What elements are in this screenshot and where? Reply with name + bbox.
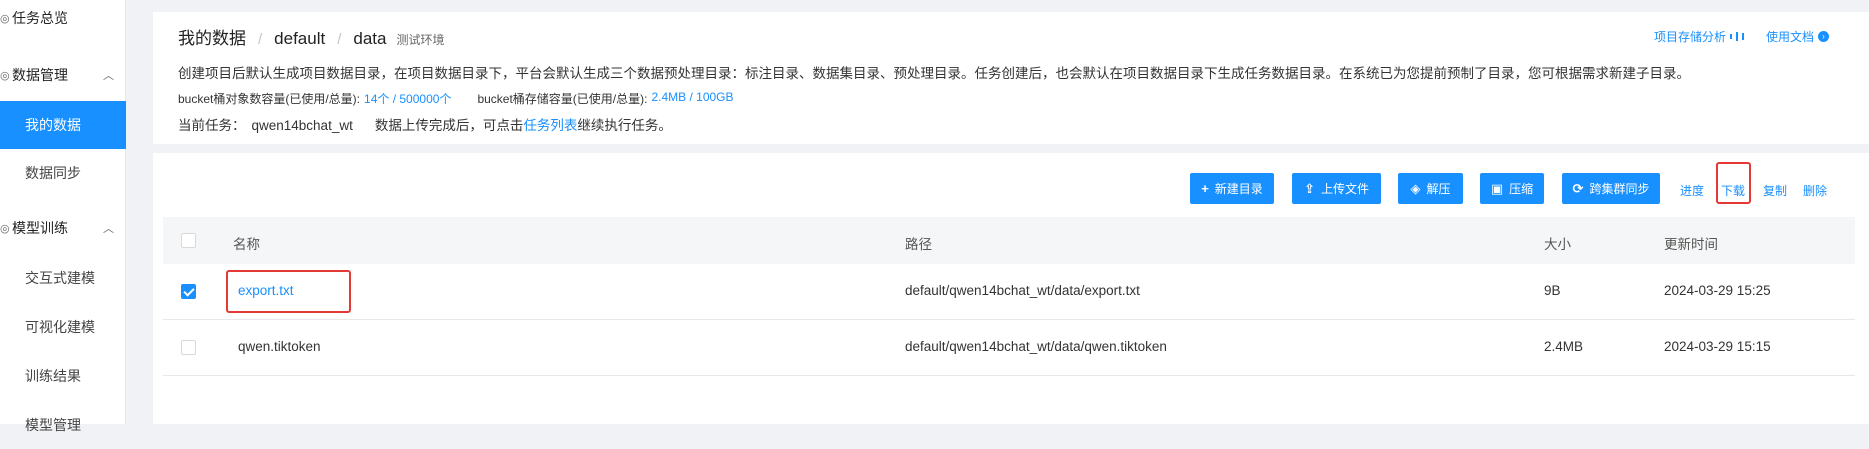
task-list-link[interactable]: 任务列表 bbox=[523, 118, 577, 133]
storage-analysis-label: 项目存储分析 bbox=[1653, 30, 1726, 44]
storage-analysis-link[interactable]: 项目存储分析 bbox=[1654, 28, 1744, 45]
docs-label: 使用文档 bbox=[1765, 30, 1814, 44]
breadcrumb-item-default[interactable]: default bbox=[274, 29, 325, 49]
env-label: 测试环境 bbox=[396, 33, 445, 47]
arrow-right-circle-icon: › bbox=[1818, 31, 1829, 42]
plus-icon: + bbox=[1201, 181, 1209, 196]
current-task-hint-after: 继续执行任务。 bbox=[577, 118, 672, 133]
upload-file-label: 上传文件 bbox=[1320, 182, 1369, 196]
new-directory-button[interactable]: + 新建目录 bbox=[1190, 173, 1274, 204]
column-header-size[interactable]: 大小 bbox=[1544, 233, 1571, 253]
file-updated-time: 2024-03-29 15:15 bbox=[1664, 339, 1771, 354]
current-task-name: qwen14bchat_wt bbox=[251, 118, 353, 133]
copy-link[interactable]: 复制 bbox=[1763, 182, 1787, 199]
chevron-up-icon: ︿ bbox=[103, 223, 114, 235]
sidebar-item-data-sync[interactable]: 数据同步 bbox=[0, 149, 126, 197]
zip-label: 压缩 bbox=[1509, 182, 1534, 196]
breadcrumb-item-data: data bbox=[353, 29, 387, 48]
sidebar-item-model-management[interactable]: 模型管理 bbox=[0, 401, 126, 449]
column-header-updated[interactable]: 更新时间 bbox=[1664, 233, 1718, 253]
upload-file-button[interactable]: ⇪ 上传文件 bbox=[1292, 173, 1381, 204]
quota-info: bucket桶对象数容量(已使用/总量): 14个 / 500000个 buck… bbox=[178, 90, 760, 107]
current-task-hint: 数据上传完成后，可点击 bbox=[374, 118, 524, 133]
row-checkbox[interactable] bbox=[181, 284, 196, 299]
objects-quota-value: 14个 / 500000个 bbox=[364, 92, 452, 106]
sidebar-group-label: 任务总览 bbox=[12, 10, 68, 26]
sidebar-item-visual-modeling[interactable]: 可视化建模 bbox=[0, 303, 126, 351]
docs-link[interactable]: 使用文档 › bbox=[1766, 28, 1829, 45]
sidebar-item-my-data[interactable]: 我的数据 bbox=[0, 101, 126, 149]
download-link[interactable]: 下载 bbox=[1721, 182, 1745, 199]
file-path: default/qwen14bchat_wt/data/qwen.tiktoke… bbox=[905, 339, 1167, 354]
select-all-checkbox[interactable] bbox=[181, 233, 196, 248]
file-size: 9B bbox=[1544, 283, 1561, 298]
layers-icon: ◈ bbox=[1410, 180, 1421, 196]
breadcrumb: 我的数据 / default / data 测试环境 bbox=[178, 24, 445, 49]
table-row[interactable]: qwen.tiktoken default/qwen14bchat_wt/dat… bbox=[163, 320, 1855, 376]
breadcrumb-item-my-data[interactable]: 我的数据 bbox=[178, 24, 246, 49]
file-name[interactable]: qwen.tiktoken bbox=[238, 339, 321, 354]
sidebar-group-data-management[interactable]: ◎ 数据管理 ︿ bbox=[0, 65, 126, 85]
main-panel: + 新建目录 ⇪ 上传文件 ◈ 解压 ▣ 压缩 ⟳ 跨集群同步 进度 下载 复制… bbox=[153, 153, 1869, 424]
row-checkbox[interactable] bbox=[181, 340, 196, 355]
progress-link[interactable]: 进度 bbox=[1680, 182, 1704, 199]
header-links: 项目存储分析 使用文档 › bbox=[1654, 28, 1829, 45]
cross-cluster-sync-label: 跨集群同步 bbox=[1589, 182, 1650, 196]
file-size: 2.4MB bbox=[1544, 339, 1584, 354]
table-row[interactable]: export.txt default/qwen14bchat_wt/data/e… bbox=[163, 264, 1855, 320]
objects-quota-label: bucket桶对象数容量(已使用/总量): bbox=[178, 92, 361, 106]
sidebar-group-overview[interactable]: ◎ 任务总览 bbox=[0, 8, 68, 28]
upload-icon: ⇪ bbox=[1304, 180, 1315, 196]
archive-icon: ▣ bbox=[1490, 180, 1504, 196]
sidebar: ◎ 任务总览 ◎ 数据管理 ︿ 我的数据 数据同步 ◎ 模型训练 ︿ 交互式建模… bbox=[0, 0, 126, 433]
sidebar-group-label: 模型训练 bbox=[12, 220, 68, 236]
storage-quota-label: bucket桶存储容量(已使用/总量): bbox=[477, 92, 648, 106]
description-text: 创建项目后默认生成项目数据目录，在项目数据目录下，平台会默认生成三个数据预处理目… bbox=[178, 66, 1690, 81]
file-updated-time: 2024-03-29 15:25 bbox=[1664, 283, 1771, 298]
sync-icon: ⟳ bbox=[1572, 180, 1584, 196]
column-header-name[interactable]: 名称 bbox=[233, 233, 260, 253]
table-header: 名称 路径 大小 更新时间 bbox=[163, 217, 1855, 264]
bar-chart-icon bbox=[1729, 32, 1744, 41]
current-task: 当前任务： qwen14bchat_wt 数据上传完成后，可点击任务列表继续执行任务… bbox=[178, 114, 672, 134]
header-panel: 我的数据 / default / data 测试环境 项目存储分析 使用文档 ›… bbox=[153, 12, 1869, 144]
sidebar-item-interactive-modeling[interactable]: 交互式建模 bbox=[0, 254, 126, 302]
current-task-label: 当前任务： bbox=[178, 118, 246, 133]
new-directory-label: 新建目录 bbox=[1214, 182, 1263, 196]
breadcrumb-separator: / bbox=[337, 31, 342, 48]
model-icon: ◎ bbox=[0, 222, 10, 235]
chevron-up-icon: ︿ bbox=[103, 70, 114, 82]
file-path: default/qwen14bchat_wt/data/export.txt bbox=[905, 283, 1140, 298]
unzip-button[interactable]: ◈ 解压 bbox=[1398, 173, 1463, 204]
overview-icon: ◎ bbox=[0, 12, 10, 25]
storage-quota-value: 2.4MB / 100GB bbox=[651, 90, 734, 104]
breadcrumb-separator: / bbox=[258, 31, 263, 48]
cross-cluster-sync-button[interactable]: ⟳ 跨集群同步 bbox=[1562, 173, 1660, 204]
data-icon: ◎ bbox=[0, 69, 10, 82]
column-header-path[interactable]: 路径 bbox=[905, 233, 932, 253]
zip-button[interactable]: ▣ 压缩 bbox=[1480, 173, 1544, 204]
sidebar-item-training-results[interactable]: 训练结果 bbox=[0, 352, 126, 400]
file-name-link[interactable]: export.txt bbox=[238, 283, 294, 298]
sidebar-group-model-training[interactable]: ◎ 模型训练 ︿ bbox=[0, 218, 126, 238]
unzip-label: 解压 bbox=[1426, 182, 1451, 196]
delete-link[interactable]: 删除 bbox=[1803, 182, 1827, 199]
sidebar-group-label: 数据管理 bbox=[12, 67, 68, 83]
